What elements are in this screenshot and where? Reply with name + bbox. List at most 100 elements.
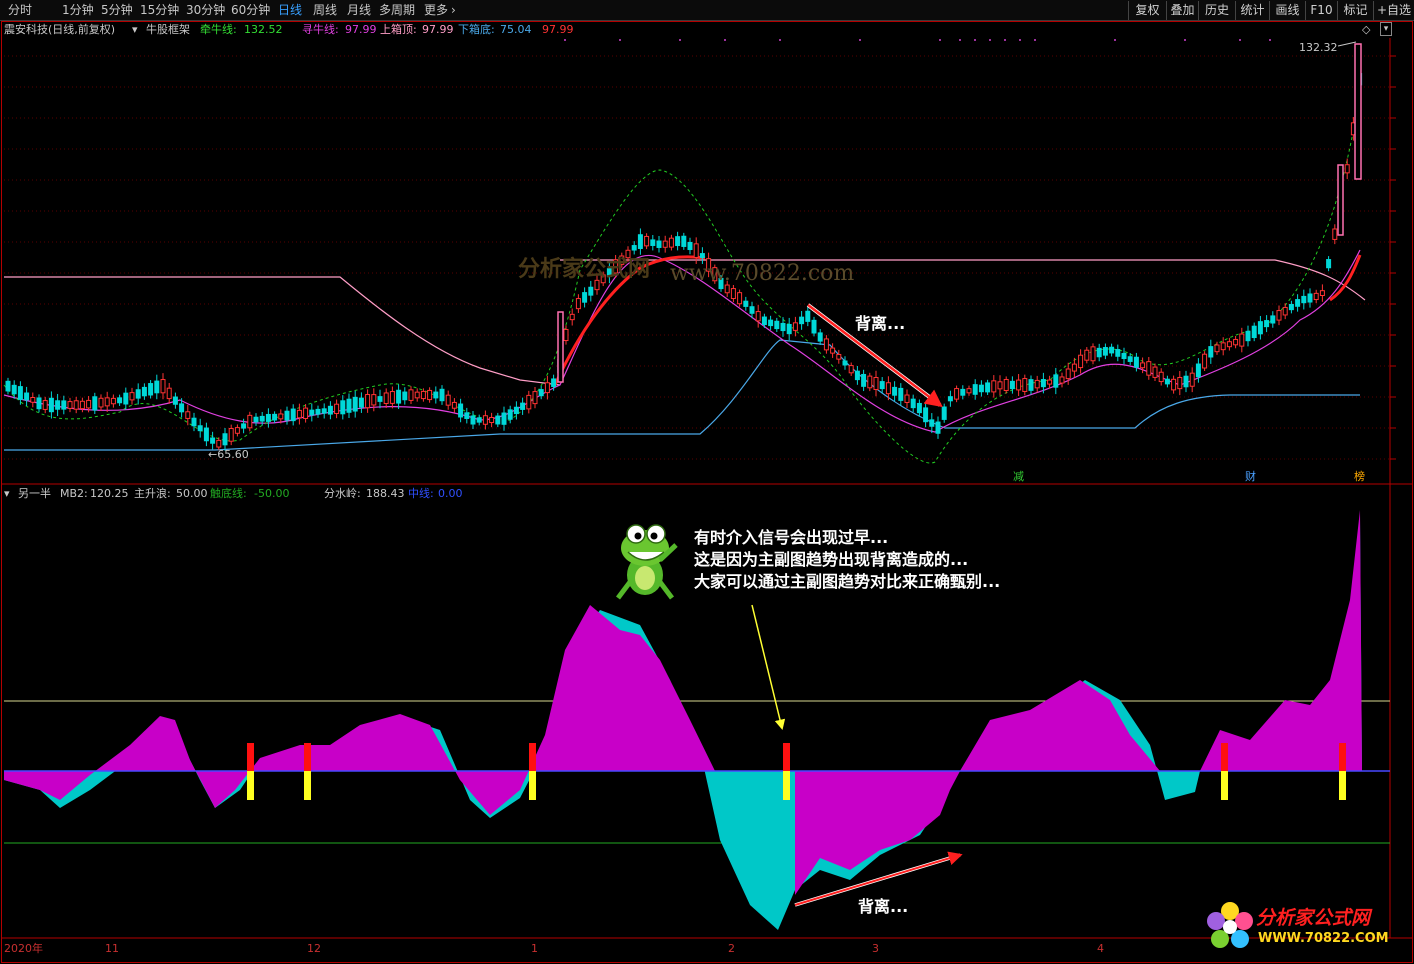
candle-body [1257, 321, 1263, 335]
candle-body [1326, 259, 1332, 269]
buy-signal-bar-yellow [304, 771, 311, 800]
candle-body [141, 386, 147, 397]
candle-body [210, 437, 216, 444]
window-toggle-icon[interactable]: ▾ [1380, 22, 1392, 36]
frog-icon [616, 524, 678, 600]
candle-body [513, 406, 519, 415]
candle-body [1295, 299, 1301, 307]
candle-body [1233, 338, 1239, 346]
candle-body [123, 392, 129, 405]
candle-body [98, 397, 104, 408]
main-indicator-name: 牛股框架 [146, 23, 190, 36]
candle-body [1078, 354, 1084, 369]
candle-body [352, 396, 358, 412]
candle-body [898, 387, 904, 401]
diamond-icon[interactable]: ◇ [1362, 22, 1370, 38]
candle-body [117, 397, 123, 404]
candle-body [997, 381, 1003, 390]
candle-body [17, 386, 23, 400]
candle-body [830, 347, 836, 354]
date-label-4: 4 [1097, 942, 1104, 955]
fenshui-label: 分水岭: [324, 487, 361, 500]
candle-body [1251, 325, 1257, 339]
candle-body [805, 310, 811, 322]
candle-body [786, 323, 792, 335]
candle-body [135, 389, 141, 399]
candle-body [61, 400, 67, 410]
candle-body [104, 397, 110, 407]
site-logo: 分析家公式网 WWW.70822.COM [1200, 895, 1412, 961]
candle-body [1040, 379, 1046, 388]
signal-dots [564, 39, 1271, 41]
date-axis: 2020年 11 12 1 2 3 4 [2, 940, 1390, 962]
candle-body [259, 415, 265, 422]
candle-body [414, 391, 420, 399]
main-indicator-dropdown[interactable]: ▾ [132, 22, 138, 38]
sub-indicator-dropdown[interactable]: ▾ [4, 486, 10, 502]
candle-body [1009, 380, 1015, 390]
candle-body [203, 427, 209, 442]
candle-body [408, 389, 414, 401]
main-divergence-note: 背离... [855, 314, 906, 333]
extra-value: 97.99 [542, 23, 574, 36]
candle-body [792, 322, 798, 331]
candle-body [296, 409, 302, 419]
fenshui-value: 188.43 [366, 487, 405, 500]
candle-body [854, 370, 860, 381]
candle-body [315, 408, 321, 415]
candle-body [1053, 374, 1059, 388]
candle-body [86, 399, 92, 409]
candle-body [861, 373, 867, 387]
candle-body [55, 400, 61, 410]
buy-signal-bar-red [1221, 743, 1228, 771]
candle-body [377, 396, 383, 402]
candle-body [1239, 333, 1245, 347]
candle-body [780, 322, 786, 332]
candle-body [402, 391, 408, 401]
candle-body [668, 237, 674, 248]
candle-body [743, 300, 749, 307]
candle-body [699, 253, 705, 259]
candle-body [1354, 43, 1362, 180]
mb2-label: MB2: [60, 487, 88, 500]
low-price-label: ←65.60 [208, 448, 249, 461]
candle-body [1177, 376, 1183, 390]
candle-body [774, 320, 780, 330]
candle-body [1090, 346, 1096, 362]
candle-body [1195, 363, 1201, 378]
candle-body [67, 401, 73, 409]
candle-body [489, 416, 495, 424]
candle-body [482, 415, 488, 425]
logo-name: 分析家公式网 [1256, 907, 1371, 929]
candle-body [160, 379, 166, 394]
candle-body [1158, 371, 1164, 383]
candle-body [1084, 349, 1090, 361]
candle-body [588, 286, 594, 296]
candle-body [1270, 315, 1276, 324]
candle-body [303, 407, 309, 419]
date-label-2: 2 [728, 942, 735, 955]
buy-signal-bar-yellow [1339, 771, 1346, 800]
candle-body [557, 311, 564, 383]
candle-body [867, 375, 873, 389]
frog-note-line-3: 大家可以通过主副图趋势对比来正确甄别... [694, 572, 1001, 591]
candle-body [1264, 320, 1270, 328]
buy-signal-bar-red [247, 743, 254, 771]
high-price-label: 132.32 [1299, 41, 1338, 54]
candle-body [904, 394, 910, 403]
logo-url: WWW.70822.COM [1258, 931, 1389, 946]
stock-chart-canvas [2, 38, 1412, 939]
candle-body [265, 413, 271, 422]
zhongxian-value: 0.00 [438, 487, 463, 500]
candle-body [650, 239, 656, 246]
candle-body [544, 382, 550, 394]
candle-body [110, 397, 116, 405]
candle-body [575, 298, 581, 310]
candle-body [817, 332, 823, 342]
buy-signal-bar-red [304, 743, 311, 771]
candle-body [985, 382, 991, 393]
candle-body [340, 400, 346, 415]
qianniu-label: 牵牛线: [200, 23, 237, 36]
candle-body [885, 382, 891, 395]
candle-body [272, 413, 278, 421]
